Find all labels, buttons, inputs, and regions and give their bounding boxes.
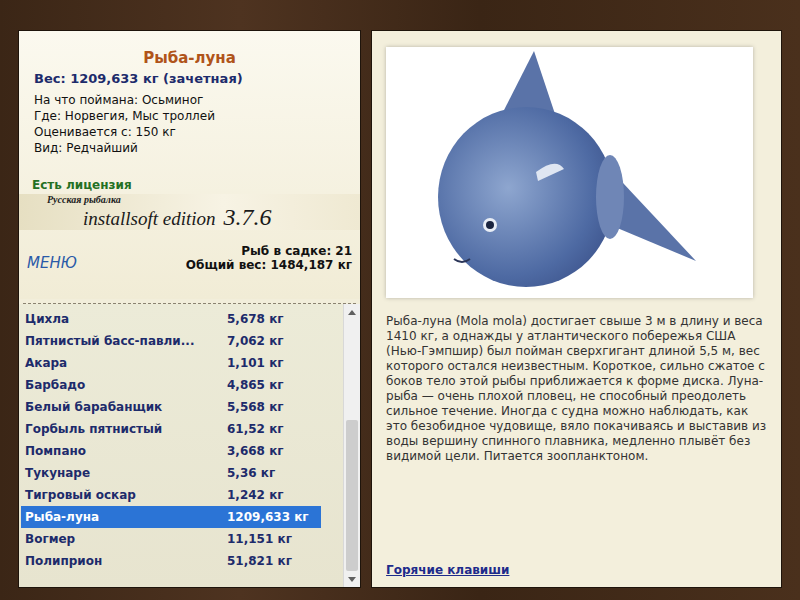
catch-row[interactable]: Белый барабанщик5,568 кг (21, 396, 321, 418)
fish-description: Рыба-луна (Mola mola) достигает свыше 3 … (386, 314, 767, 563)
catch-weight: 5,36 кг (227, 466, 275, 480)
catch-row[interactable]: Цихла5,678 кг (21, 308, 321, 330)
catch-row[interactable]: Рыба-луна1209,633 кг (21, 506, 321, 528)
catch-row[interactable]: Горбыль пятнистый61,52 кг (21, 418, 321, 440)
catch-weight: 3,668 кг (227, 444, 284, 458)
catch-list: Цихла5,678 кгПятнистый басс-павли...7,06… (19, 304, 360, 587)
license-status: Есть лицензия (19, 156, 360, 192)
fish-title: Рыба-луна (19, 49, 360, 67)
catch-row[interactable]: Барбадо4,865 кг (21, 374, 321, 396)
catch-weight: 1209,633 кг (227, 510, 309, 524)
keepnet-count: Рыб в садке: 21 (241, 244, 352, 258)
catch-name: Рыба-луна (21, 510, 227, 524)
fish-image (386, 47, 753, 298)
game-logo: Русская рыбалка installsoft edition 3.7.6 (19, 194, 360, 230)
catch-row[interactable]: Помпано3,668 кг (21, 440, 321, 462)
scroll-down-button[interactable] (344, 571, 360, 587)
logo-edition-line: installsoft edition 3.7.6 (47, 206, 360, 230)
keepnet-stats: Рыб в садке: 21Общий вес: 1484,187 кг (186, 244, 352, 272)
catch-row[interactable]: Акара1,101 кг (21, 352, 321, 374)
menu-button[interactable]: МЕНЮ (27, 254, 77, 272)
fish-details: На что поймана: ОсьминогГде: Норвегия, М… (19, 86, 360, 156)
fish-detail: Оценивается с: 150 кг (34, 124, 360, 140)
keepnet-total: Общий вес: 1484,187 кг (186, 258, 352, 272)
catch-row[interactable]: Вогмер11,151 кг (21, 528, 321, 550)
fish-detail: Где: Норвегия, Мыс троллей (34, 108, 360, 124)
hotkeys-link[interactable]: Горячие клавиши (386, 563, 767, 579)
scrollbar[interactable] (343, 304, 360, 587)
catch-row[interactable]: Тигровый оскар1,242 кг (21, 484, 321, 506)
fish-info: Рыба-лунаВес: 1209,633 кг (зачетная)На ч… (19, 31, 360, 299)
catch-weight: 5,568 кг (227, 400, 284, 414)
scroll-up-button[interactable] (344, 304, 360, 320)
catch-name: Помпано (21, 444, 227, 458)
catch-name: Полиприон (21, 554, 227, 568)
game-window: Рыба-лунаВес: 1209,633 кг (зачетная)На ч… (0, 0, 800, 600)
catch-weight: 11,151 кг (227, 532, 292, 546)
catch-row[interactable]: Пятнистый басс-павли...7,062 кг (21, 330, 321, 352)
arrow-down-icon (348, 577, 356, 582)
catch-name: Барбадо (21, 378, 227, 392)
scroll-track[interactable] (344, 320, 360, 571)
fish-weight: Вес: 1209,633 кг (зачетная) (19, 67, 360, 86)
fish-detail: На что поймана: Осьминог (34, 92, 360, 108)
catch-name: Пятнистый басс-павли... (21, 334, 227, 348)
stats-row: МЕНЮ Рыб в садке: 21Общий вес: 1484,187 к… (19, 230, 360, 272)
fish-description-panel: Рыба-луна (Mola mola) достигает свыше 3 … (371, 30, 782, 588)
catch-weight: 61,52 кг (227, 422, 284, 436)
catch-name: Цихла (21, 312, 227, 326)
catch-weight: 4,865 кг (227, 378, 284, 392)
catch-weight: 1,101 кг (227, 356, 284, 370)
scroll-thumb[interactable] (346, 420, 358, 571)
catch-weight: 1,242 кг (227, 488, 284, 502)
sunfish-icon (386, 47, 753, 298)
catch-weight: 51,821 кг (227, 554, 292, 568)
logo-brand: Русская рыбалка (47, 194, 360, 206)
catch-name: Горбыль пятнистый (21, 422, 227, 436)
catch-row[interactable]: Тукунаре5,36 кг (21, 462, 321, 484)
fish-detail: Вид: Редчайший (34, 140, 360, 156)
catch-name: Тукунаре (21, 466, 227, 480)
catch-weight: 5,678 кг (227, 312, 284, 326)
catch-weight: 7,062 кг (227, 334, 284, 348)
catch-rows: Цихла5,678 кгПятнистый басс-павли...7,06… (19, 304, 343, 587)
logo-edition: installsoft edition (83, 208, 215, 230)
catch-name: Вогмер (21, 532, 227, 546)
catch-row[interactable]: Полиприон51,821 кг (21, 550, 321, 572)
catch-name: Акара (21, 356, 227, 370)
catch-name: Тигровый оскар (21, 488, 227, 502)
catch-panel: Рыба-лунаВес: 1209,633 кг (зачетная)На ч… (18, 30, 361, 588)
logo-version: 3.7.6 (223, 206, 271, 228)
catch-name: Белый барабанщик (21, 400, 227, 414)
arrow-up-icon (348, 310, 356, 315)
